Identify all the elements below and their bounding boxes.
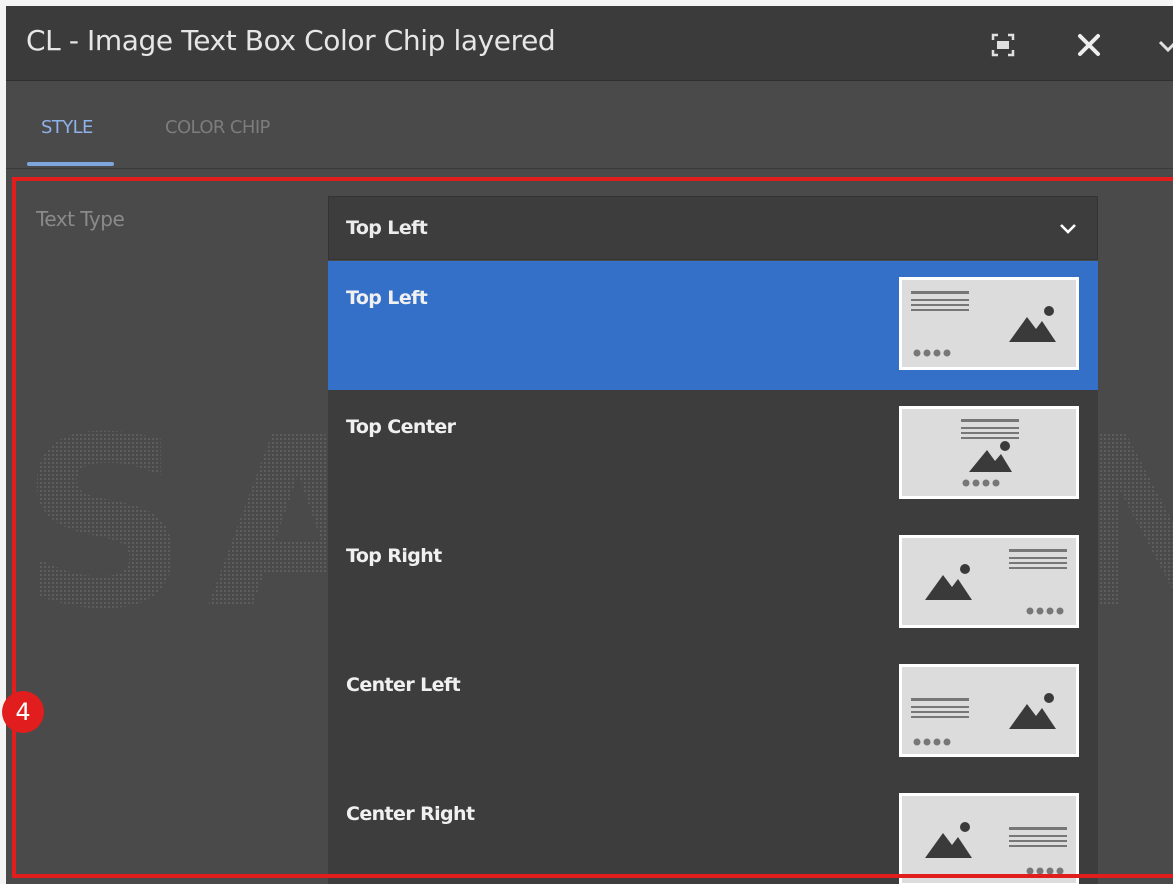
tab-color-chip[interactable]: COLOR CHIP — [165, 117, 270, 138]
option-center-right[interactable]: Center Right — [328, 777, 1098, 884]
option-label: Center Left — [346, 674, 461, 696]
annotation-badge: 4 — [2, 691, 44, 733]
chevron-down-icon — [1158, 40, 1173, 53]
collapse-button[interactable] — [1154, 28, 1173, 62]
layout-center-right-icon — [899, 793, 1079, 884]
option-label: Top Right — [346, 545, 442, 567]
option-label: Top Center — [346, 416, 456, 438]
text-type-label: Text Type — [36, 207, 125, 231]
close-button[interactable] — [1072, 28, 1106, 62]
tab-style[interactable]: STYLE — [41, 117, 93, 138]
text-type-select[interactable]: Top Left — [328, 196, 1098, 260]
layout-top-right-icon — [899, 535, 1079, 628]
close-icon — [1078, 34, 1100, 56]
option-top-center[interactable]: Top Center — [328, 390, 1098, 519]
fullscreen-button[interactable] — [986, 28, 1020, 62]
dialog-title: CL - Image Text Box Color Chip layered — [26, 24, 556, 57]
option-label: Top Left — [346, 287, 428, 309]
option-center-left[interactable]: Center Left — [328, 648, 1098, 777]
option-top-left[interactable]: Top Left — [328, 261, 1098, 390]
option-label: Center Right — [346, 803, 475, 825]
option-top-right[interactable]: Top Right — [328, 519, 1098, 648]
tab-bar: STYLE COLOR CHIP — [6, 81, 1173, 169]
layout-top-center-icon — [899, 406, 1079, 499]
active-tab-indicator — [27, 162, 114, 166]
fullscreen-icon — [991, 33, 1015, 57]
layout-top-left-icon — [899, 277, 1079, 370]
text-type-dropdown: Top Left Top Center Top Right Center Lef… — [328, 261, 1098, 884]
chevron-down-icon — [1060, 224, 1076, 234]
layout-center-left-icon — [899, 664, 1079, 757]
dialog-titlebar: CL - Image Text Box Color Chip layered — [6, 6, 1173, 81]
select-value: Top Left — [346, 217, 428, 239]
